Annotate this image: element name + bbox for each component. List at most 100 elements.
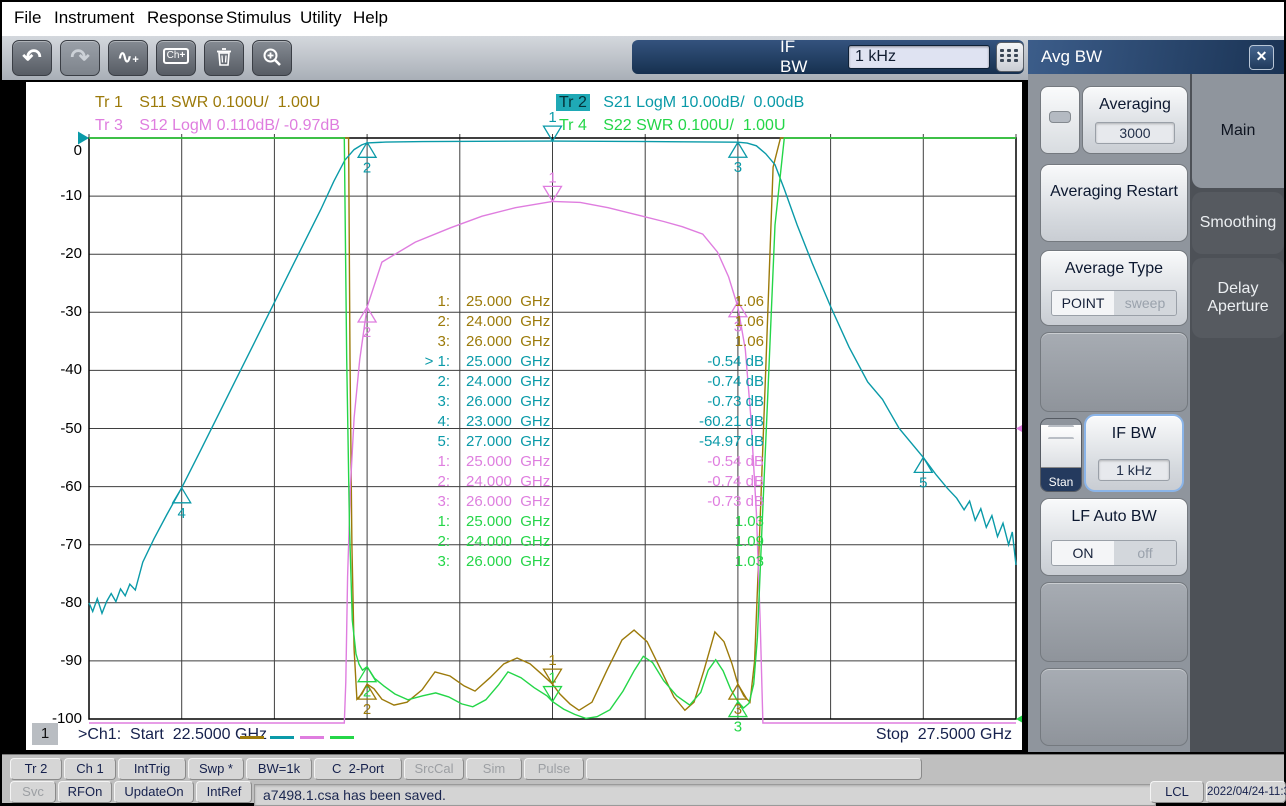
close-icon[interactable]: ✕ — [1249, 45, 1274, 70]
undo-button[interactable]: ↶ — [12, 40, 52, 76]
add-channel-icon: Ch+ — [162, 48, 190, 64]
status-button-rfon[interactable]: RFOn — [58, 781, 112, 803]
toggle-grip-icon — [1041, 425, 1081, 468]
ifbw-entry-input[interactable] — [848, 45, 991, 69]
delete-icon — [217, 48, 231, 66]
status-button-swp-[interactable]: Swp * — [188, 758, 244, 780]
menu-item-instrument[interactable]: Instrument — [54, 8, 134, 28]
keypad-button[interactable] — [996, 42, 1024, 72]
zoom-button[interactable] — [252, 40, 292, 76]
add-trace-button[interactable]: ∿+ — [108, 40, 148, 76]
marker-readout-row: 1: 25.000 GHz 1.06 — [372, 292, 764, 312]
average-type-off: sweep — [1114, 291, 1176, 315]
sweep-start-label: >Ch1: Start 22.5000 GHz — [78, 726, 267, 743]
marker-value: 1.06 — [734, 293, 764, 310]
status-button-inttrig[interactable]: IntTrig — [118, 758, 186, 780]
marker-frequency: 26.000 GHz — [466, 553, 551, 570]
average-type-button[interactable]: Average Type POINT sweep — [1040, 250, 1188, 326]
ifbw-stan-toggle[interactable]: Stan — [1040, 418, 1082, 492]
status-bar: Tr 2 Ch 1 IntTrig Swp * BW=1k C 2-Port SrcCal S… — [2, 754, 1286, 806]
status-button-tr-2[interactable]: Tr 2 — [10, 758, 62, 780]
ifbw-entry-label: IF BW — [780, 37, 808, 76]
status-button-bw-1k[interactable]: BW=1k — [246, 758, 312, 780]
delete-button[interactable] — [204, 40, 244, 76]
ifbw-softkey-value: 1 kHz — [1098, 459, 1170, 481]
menu-item-stimulus[interactable]: Stimulus — [226, 8, 291, 28]
averaging-button[interactable]: Averaging 3000 — [1082, 86, 1188, 154]
lf-auto-bw-off: off — [1114, 541, 1176, 565]
status-button-svc: Svc — [10, 781, 56, 803]
status-button-updateon[interactable]: UpdateOn — [114, 781, 194, 803]
trace-chip[interactable]: Tr 2 — [556, 94, 590, 111]
marker-number: 5: — [437, 433, 450, 450]
marker-frequency: 25.000 GHz — [466, 293, 551, 310]
y-axis-tick-label: -60 — [60, 477, 82, 495]
averaging-restart-button[interactable]: Averaging Restart — [1040, 164, 1188, 242]
tab-delay-aperture[interactable]: Delay Aperture — [1192, 258, 1284, 338]
tab-smoothing[interactable]: Smoothing — [1192, 192, 1284, 254]
status-button-c-2-port[interactable]: C 2-Port — [314, 758, 402, 780]
stan-label: Stan — [1041, 468, 1081, 491]
marker-frequency: 23.000 GHz — [466, 413, 551, 430]
y-axis-tick-label: 0 — [73, 142, 82, 159]
marker-frequency: 24.000 GHz — [466, 533, 551, 550]
marker-number: 3: — [437, 553, 450, 570]
status-button-intref[interactable]: IntRef — [196, 781, 252, 803]
status-button-ch-1[interactable]: Ch 1 — [64, 758, 116, 780]
trace-chip[interactable]: Tr 1 — [92, 94, 126, 111]
tab-main[interactable]: Main — [1192, 74, 1284, 188]
marker-readout-row: 3: 26.000 GHz -0.73 dB — [372, 492, 764, 512]
lf-auto-bw-on: ON — [1052, 541, 1114, 565]
marker-label: 2 — [363, 324, 371, 341]
y-axis-tick-label: -10 — [60, 187, 82, 205]
marker-label: 3 — [734, 701, 742, 718]
ifbw-entry-bar: IF BW — [632, 37, 1024, 76]
undo-icon: ↶ — [22, 44, 42, 70]
trace-chip[interactable]: Tr 3 — [92, 117, 126, 134]
trace-descriptor: S21 LogM 10.00dB/ 0.00dB — [589, 94, 805, 111]
averaging-toggle-button[interactable] — [1040, 86, 1080, 154]
trace-descriptor: S11 SWR 0.100U/ 1.00U — [125, 94, 321, 111]
ifbw-softkey-button[interactable]: IF BW 1 kHz — [1084, 414, 1184, 492]
marker-number: 4: — [437, 413, 450, 430]
marker-readout-row: 2: 24.000 GHz -0.74 dB — [372, 372, 764, 392]
marker-readout-row: 5: 27.000 GHz -54.97 dB — [372, 432, 764, 452]
sidebar-title: Avg BW — [1041, 47, 1103, 66]
lf-auto-bw-button[interactable]: LF Auto BW ON off — [1040, 498, 1188, 576]
status-button-blank — [586, 758, 922, 780]
trace-chip[interactable]: Tr 4 — [556, 117, 590, 134]
redo-icon: ↷ — [70, 44, 90, 70]
menu-item-utility[interactable]: Utility — [300, 8, 342, 28]
average-type-toggle[interactable]: POINT sweep — [1051, 290, 1177, 316]
lf-auto-bw-toggle[interactable]: ON off — [1051, 540, 1177, 566]
status-button-sim: Sim — [466, 758, 522, 780]
measurement-display: 12312312312345 Tr 1 S11 SWR 0.100U/ 1.00… — [24, 80, 1024, 752]
marker-value: -0.54 dB — [707, 453, 764, 470]
y-axis-tick-label: -40 — [60, 361, 82, 379]
add-channel-button[interactable]: Ch+ — [156, 40, 196, 76]
redo-button: ↷ — [60, 40, 100, 76]
marker-readout-row: 1: 25.000 GHz 1.03 — [372, 512, 764, 532]
zoom-icon — [263, 48, 281, 66]
marker-label: 2 — [363, 701, 371, 718]
marker-frequency: 25.000 GHz — [466, 353, 551, 370]
trace-color-dash — [270, 736, 294, 739]
menu-item-file[interactable]: File — [14, 8, 41, 28]
menu-item-help[interactable]: Help — [353, 8, 388, 28]
menu-item-response[interactable]: Response — [147, 8, 224, 28]
marker-label: 2 — [363, 684, 371, 701]
averaging-label: Averaging — [1099, 96, 1171, 113]
marker-value: -60.21 dB — [698, 413, 764, 430]
marker-frequency: 25.000 GHz — [466, 453, 551, 470]
marker-value: 1.06 — [734, 313, 764, 330]
trace-color-dash — [240, 736, 264, 739]
lf-auto-bw-label: LF Auto BW — [1071, 508, 1157, 525]
averaging-value: 3000 — [1095, 122, 1175, 144]
average-type-on: POINT — [1052, 291, 1114, 315]
y-axis-tick-label: -30 — [60, 303, 82, 321]
lcl-button[interactable]: LCL — [1150, 781, 1204, 803]
marker-number: 3: — [437, 493, 450, 510]
marker-label: 5 — [919, 474, 927, 491]
marker-value: -0.74 dB — [707, 373, 764, 390]
marker-label: 1 — [548, 652, 556, 669]
